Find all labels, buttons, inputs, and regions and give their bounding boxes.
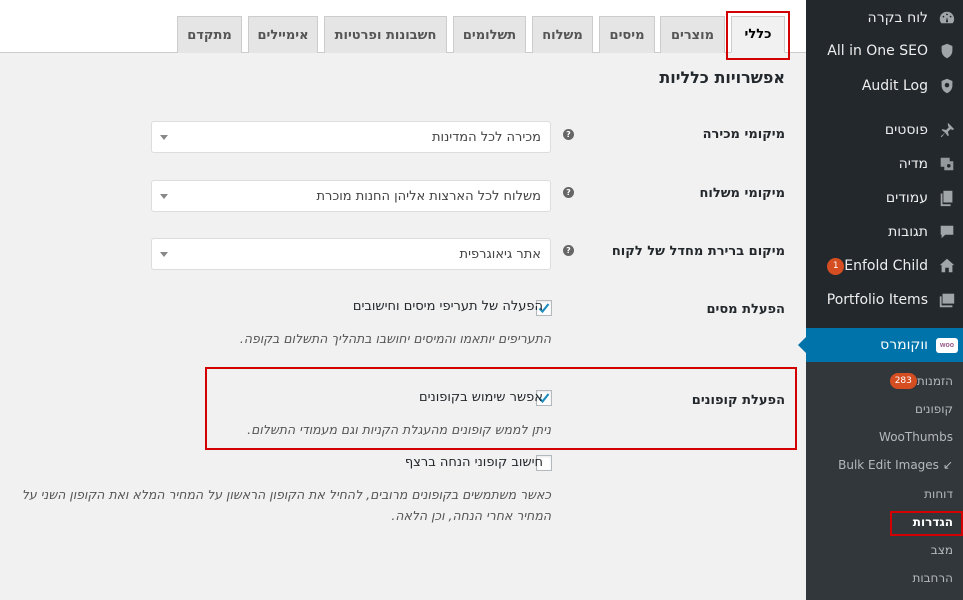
submenu-item-coupons[interactable]: קופונים <box>806 402 963 416</box>
dashboard-icon <box>936 7 958 29</box>
default-customer-location-value: אתר גיאוגרפית <box>459 246 541 262</box>
chevron-down-icon <box>160 252 168 257</box>
chevron-down-icon <box>160 194 168 199</box>
portfolio-icon <box>936 289 958 311</box>
orders-count-badge: 283 <box>889 373 917 389</box>
submenu-item-status[interactable]: מצב <box>806 543 963 557</box>
sidebar-item-label: מדיה <box>898 156 928 172</box>
pages-icon <box>936 187 958 209</box>
selling-location-value: מכירה לכל המדינות <box>432 129 541 145</box>
comments-icon <box>936 221 958 243</box>
submenu-label: Bulk Edit Images <box>838 458 939 472</box>
sidebar-item-woocommerce[interactable]: woo ווקומרס <box>798 328 963 362</box>
submenu-item-bulk-edit-images[interactable]: ↙ Bulk Edit Images <box>806 458 963 472</box>
help-icon[interactable]: ? <box>563 129 574 140</box>
selling-location-label: מיקומי מכירה <box>702 127 785 142</box>
submenu-label: מצב <box>930 543 953 557</box>
default-customer-location-label: מיקום ברירת מחדל של לקוח <box>611 244 785 259</box>
sidebar-item-label: פוסטים <box>884 122 928 138</box>
sidebar-item-label: ווקומרס <box>880 337 928 353</box>
selling-location-select[interactable]: מכירה לכל המדינות <box>151 121 551 153</box>
sidebar-item-label: Enfold Child <box>844 258 928 274</box>
sidebar-item-label: תגובות <box>888 224 928 240</box>
settings-highlight-box <box>890 511 963 536</box>
tab-tax[interactable]: מיסים <box>599 16 655 53</box>
sidebar-item-label: עמודים <box>885 190 928 206</box>
sidebar-item-all-in-one-seo[interactable]: All in One SEO <box>806 40 963 62</box>
shield-icon <box>936 40 958 62</box>
enable-taxes-checkbox-label[interactable]: הפעלה של תעריפי מיסים וחישובים <box>353 299 543 314</box>
submenu-label: דוחות <box>924 487 953 501</box>
enable-taxes-label: הפעלת מסים <box>706 302 785 317</box>
chevron-down-icon <box>160 135 168 140</box>
audit-log-icon <box>936 75 958 97</box>
sidebar-item-media[interactable]: מדיה <box>806 153 963 175</box>
tab-products[interactable]: מוצרים <box>660 16 725 53</box>
submenu-item-reports[interactable]: דוחות <box>806 487 963 501</box>
sidebar-item-label: All in One SEO <box>827 43 928 59</box>
sidebar-item-label: Audit Log <box>861 78 928 94</box>
submenu-item-woothumbs[interactable]: WooThumbs <box>806 430 963 444</box>
coupons-highlight-box <box>205 367 797 450</box>
admin-sidebar: לוח בקרה All in One SEO Audit Log פוסטים… <box>798 0 963 600</box>
woocommerce-icon: woo <box>936 334 958 356</box>
sidebar-item-dashboard[interactable]: לוח בקרה <box>806 7 963 29</box>
help-icon[interactable]: ? <box>563 187 574 198</box>
home-icon <box>936 255 958 277</box>
tab-shipping[interactable]: משלוח <box>532 16 593 53</box>
shipping-location-value: משלוח לכל הארצות אליהן החנות מוכרת <box>316 188 541 204</box>
submenu-label: WooThumbs <box>879 430 953 444</box>
submenu-label: הרחבות <box>912 571 953 585</box>
shipping-location-select[interactable]: משלוח לכל הארצות אליהן החנות מוכרת <box>151 180 551 212</box>
sidebar-item-portfolio-items[interactable]: Portfolio Items <box>806 289 963 311</box>
submenu-label: קופונים <box>915 402 953 416</box>
sidebar-item-audit-log[interactable]: Audit Log <box>806 75 963 97</box>
enable-taxes-description: התעריפים יותאמו והמיסים יחושבו בתהליך הת… <box>239 331 551 346</box>
notification-badge: 1 <box>827 257 845 275</box>
submenu-item-extensions[interactable]: הרחבות <box>806 571 963 585</box>
sidebar-item-label: Portfolio Items <box>826 292 928 308</box>
sidebar-item-posts[interactable]: פוסטים <box>806 119 963 141</box>
sidebar-item-comments[interactable]: תגובות <box>806 221 963 243</box>
sidebar-item-label: לוח בקרה <box>867 10 928 26</box>
shipping-location-label: מיקומי משלוח <box>699 186 785 201</box>
help-icon[interactable]: ? <box>563 245 574 256</box>
submenu-item-orders[interactable]: הזמנות 283 <box>806 373 963 389</box>
default-customer-location-select[interactable]: אתר גיאוגרפית <box>151 238 551 270</box>
tab-accounts-privacy[interactable]: חשבונות ופרטיות <box>324 16 447 53</box>
sidebar-item-enfold-child[interactable]: Enfold Child 1 <box>806 255 963 277</box>
woocommerce-submenu <box>806 362 963 600</box>
tab-payments[interactable]: תשלומים <box>453 16 526 53</box>
page-title: אפשרויות כלליות <box>659 68 785 87</box>
tab-advanced[interactable]: מתקדם <box>177 16 242 53</box>
media-icon <box>936 153 958 175</box>
sequential-coupons-description: כאשר משתמשים בקופונים מרובים, להחיל את ה… <box>21 487 551 523</box>
tab-emails[interactable]: אימיילים <box>248 16 318 53</box>
arrow-icon: ↙ <box>942 458 953 472</box>
current-menu-arrow <box>798 337 806 353</box>
pin-icon <box>936 119 958 141</box>
sidebar-item-pages[interactable]: עמודים <box>806 187 963 209</box>
submenu-label: הזמנות <box>916 374 953 388</box>
tab-highlight-box <box>726 11 790 60</box>
sequential-coupons-checkbox-label[interactable]: חישוב קופוני הנחה ברצף <box>405 455 543 470</box>
